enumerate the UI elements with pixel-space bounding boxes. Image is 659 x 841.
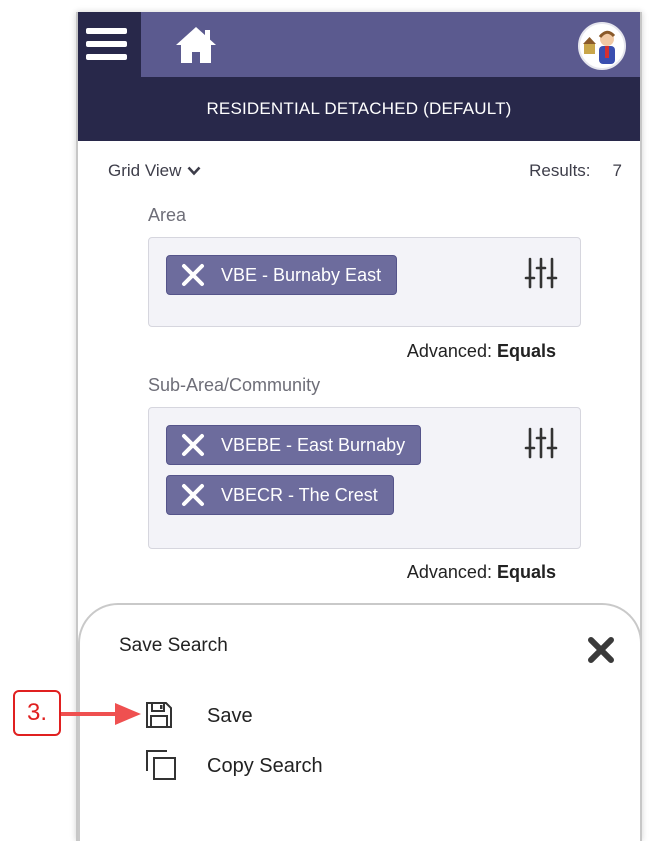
search-type-label: RESIDENTIAL DETACHED (DEFAULT) (206, 99, 512, 118)
advanced-value: Equals (496, 341, 556, 361)
remove-chip-icon[interactable] (181, 483, 205, 507)
remove-chip-icon[interactable] (181, 433, 205, 457)
home-icon[interactable] (173, 24, 219, 66)
sub-area-chip-label: VBEBE - East Burnaby (221, 434, 406, 455)
advanced-label: Advanced: (406, 562, 492, 582)
copy-icon (146, 750, 176, 780)
grid-view-dropdown[interactable]: Grid View (108, 161, 201, 181)
area-advanced-mode[interactable]: Advanced: Equals (407, 341, 556, 362)
floppy-disk-icon (146, 702, 172, 728)
sheet-title: Save Search (119, 635, 228, 656)
sub-area-advanced-mode[interactable]: Advanced: Equals (407, 562, 556, 583)
save-search-sheet: Save Search Save Copy Search (78, 603, 640, 841)
copy-search-button[interactable]: Copy Search (144, 748, 323, 782)
pointer-arrow-icon (61, 703, 141, 725)
advanced-value: Equals (496, 562, 556, 582)
area-chip[interactable]: VBE - Burnaby East (166, 255, 398, 295)
hamburger-menu-icon[interactable] (78, 12, 141, 77)
chevron-down-icon (187, 166, 201, 176)
user-avatar[interactable] (578, 22, 626, 70)
top-bar (78, 12, 640, 77)
step-label: 3. (26, 699, 47, 726)
results-number: 7 (612, 161, 622, 180)
save-label: Save (207, 705, 253, 727)
app-frame: RESIDENTIAL DETACHED (DEFAULT) Grid View… (76, 12, 642, 841)
remove-chip-icon[interactable] (181, 263, 205, 287)
advanced-label: Advanced: (406, 341, 492, 361)
sliders-icon[interactable] (524, 426, 558, 460)
close-icon[interactable] (586, 635, 616, 665)
grid-view-label: Grid View (108, 161, 182, 180)
save-button[interactable]: Save (144, 700, 253, 730)
sub-area-chip[interactable]: VBECR - The Crest (166, 475, 394, 515)
sub-area-chip[interactable]: VBEBE - East Burnaby (166, 425, 422, 465)
sub-area-chip-label: VBECR - The Crest (221, 484, 378, 505)
search-type-title[interactable]: RESIDENTIAL DETACHED (DEFAULT) (78, 77, 640, 141)
copy-search-label: Copy Search (207, 755, 323, 777)
step-callout: 3. (13, 690, 61, 736)
area-filter-box[interactable]: VBE - Burnaby East (148, 237, 581, 327)
results-label: Results: (529, 161, 591, 180)
sliders-icon[interactable] (524, 256, 558, 290)
sub-area-filter-box[interactable]: VBEBE - East Burnaby VBECR - The Crest (148, 407, 581, 549)
area-chip-label: VBE - Burnaby East (221, 264, 382, 285)
sub-area-field-label: Sub-Area/Community (148, 375, 321, 395)
results-count: Results: 7 (529, 161, 622, 181)
area-field-label: Area (148, 205, 187, 225)
